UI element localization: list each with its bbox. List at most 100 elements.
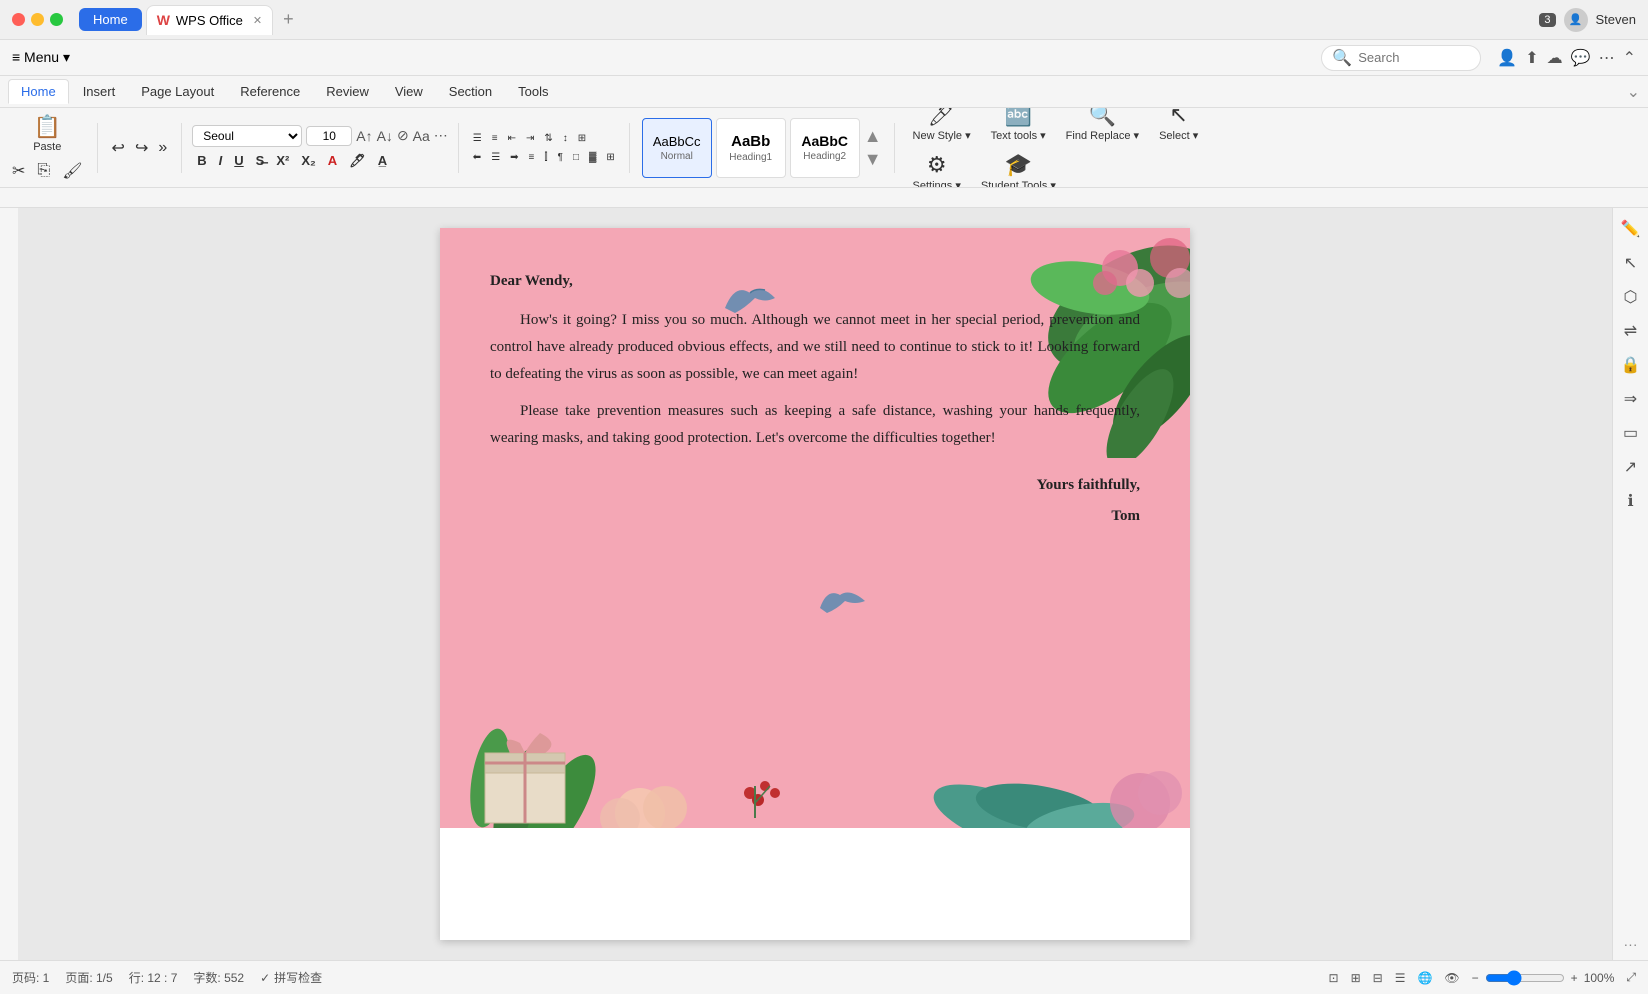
view-table-icon[interactable]: ⊟ [1373, 971, 1383, 985]
zoom-out-button[interactable]: − [1472, 971, 1479, 985]
search-bar[interactable]: 🔍 [1321, 45, 1481, 71]
font-size-decrease-button[interactable]: A↓ [377, 128, 393, 144]
zoom-slider[interactable] [1485, 970, 1565, 986]
table-button[interactable]: ⊞ [602, 150, 618, 165]
font-more-button[interactable]: ⋯ [434, 127, 448, 144]
style-scroll-down-button[interactable]: ▼ [864, 149, 882, 170]
border-button[interactable]: □ [569, 150, 583, 165]
sidebar-lock-icon[interactable]: 🔒 [1618, 352, 1644, 378]
increase-indent-button[interactable]: ⇥ [522, 131, 538, 146]
bold-button[interactable]: B [192, 151, 211, 170]
subscript-button[interactable]: X₂ [296, 151, 320, 170]
cut-button[interactable]: ✂ [8, 159, 29, 183]
font-family-select[interactable]: Seoul [192, 125, 302, 147]
sidebar-adjust-icon[interactable]: ⇌ [1618, 318, 1644, 344]
line-spacing-button[interactable]: ↕ [559, 131, 572, 146]
style-scroll-up-button[interactable]: ▲ [864, 126, 882, 147]
style-heading2[interactable]: AaBbC Heading2 [790, 118, 860, 178]
chinese-layout-button[interactable]: ⊞ [574, 131, 590, 146]
tab-reference[interactable]: Reference [228, 80, 312, 103]
style-normal[interactable]: AaBbCc Normal [642, 118, 712, 178]
justify-button[interactable]: ≡ [525, 150, 539, 165]
tab-tools[interactable]: Tools [506, 80, 560, 103]
more-icon[interactable]: ⋯ [1599, 48, 1615, 68]
sidebar-more-dots[interactable]: ··· [1624, 936, 1638, 952]
collapse-icon[interactable]: ⌃ [1623, 48, 1636, 68]
tab-view[interactable]: View [383, 80, 435, 103]
select-button[interactable]: ↖ Select ▾ [1151, 108, 1206, 146]
format-painter-button[interactable]: 🖌 [58, 159, 86, 183]
export-icon[interactable]: ⬆ [1525, 48, 1538, 68]
strikethrough-button[interactable]: S̶ [251, 151, 270, 170]
tab-insert[interactable]: Insert [71, 80, 128, 103]
view-list-icon[interactable]: ☰ [1395, 971, 1406, 985]
sidebar-info-icon[interactable]: ℹ [1618, 488, 1644, 514]
font-case-button[interactable]: Aa [413, 128, 430, 144]
undo-button[interactable]: ↩ [108, 136, 129, 160]
paste-button[interactable]: 📋 Paste [25, 112, 69, 157]
view-read-icon[interactable]: 👁 [1444, 971, 1459, 985]
sidebar-frame-icon[interactable]: ▭ [1618, 420, 1644, 446]
font-clear-button[interactable]: ⊘ [397, 127, 409, 144]
search-input[interactable] [1358, 50, 1478, 65]
font-size-input[interactable] [306, 126, 352, 146]
superscript-button[interactable]: X² [271, 151, 294, 170]
tab-review[interactable]: Review [314, 80, 381, 103]
underline-button[interactable]: U [229, 151, 248, 170]
sidebar-share-icon[interactable]: ↗ [1618, 454, 1644, 480]
student-tools-button[interactable]: 🎓 Student Tools ▾ [973, 150, 1064, 189]
view-page-icon[interactable]: ⊞ [1351, 971, 1361, 985]
avatar[interactable]: 👤 [1564, 8, 1588, 32]
document-tab[interactable]: W WPS Office ✕ [146, 5, 273, 35]
tab-home[interactable]: Home [8, 79, 69, 104]
close-button[interactable] [12, 13, 25, 26]
cloud-icon[interactable]: ☁ [1547, 48, 1563, 68]
maximize-button[interactable] [50, 13, 63, 26]
home-tab-button[interactable]: Home [79, 8, 142, 31]
settings-button[interactable]: ⚙ Settings ▾ [905, 150, 969, 189]
chat-icon[interactable]: 💬 [1571, 48, 1591, 68]
align-right-button[interactable]: ➡ [506, 150, 522, 165]
align-left-button[interactable]: ⬅ [469, 150, 485, 165]
spell-check-toggle[interactable]: ✓ 拼写检查 [260, 969, 322, 986]
style-heading1[interactable]: AaBb Heading1 [716, 118, 786, 178]
fullscreen-button[interactable]: ⤢ [1626, 970, 1636, 985]
more-toolbar-button[interactable]: » [154, 137, 171, 159]
view-web-icon[interactable]: 🌐 [1417, 971, 1432, 985]
find-replace-button[interactable]: 🔍 Find Replace ▾ [1058, 108, 1147, 146]
redo-button[interactable]: ↪ [131, 136, 152, 160]
document-canvas[interactable]: Dear Wendy, How's it going? I miss you s… [18, 208, 1612, 960]
tab-section[interactable]: Section [437, 80, 504, 103]
tab-bar: Home W WPS Office ✕ + [79, 5, 1531, 35]
sidebar-next-icon[interactable]: ⇒ [1618, 386, 1644, 412]
sidebar-cursor-icon[interactable]: ↖ [1618, 250, 1644, 276]
zoom-in-button[interactable]: + [1571, 971, 1578, 985]
share-icon[interactable]: 👤 [1497, 48, 1517, 68]
numbering-button[interactable]: ≡ [488, 131, 502, 146]
copy-button[interactable]: ⎘ [33, 159, 54, 183]
text-tools-button[interactable]: 🔤 Text tools ▾ [983, 108, 1054, 146]
shading-button[interactable]: ▓ [585, 150, 600, 165]
paragraph-marks-button[interactable]: ¶ [554, 150, 567, 165]
new-tab-button[interactable]: + [277, 9, 300, 30]
tab-page-layout[interactable]: Page Layout [129, 80, 226, 103]
minimize-button[interactable] [31, 13, 44, 26]
text-border-button[interactable]: A̲ [373, 151, 392, 170]
notification-badge[interactable]: 3 [1539, 13, 1555, 27]
tab-close-icon[interactable]: ✕ [253, 14, 262, 27]
hamburger-menu[interactable]: ≡ Menu ▾ [12, 49, 70, 66]
view-normal-icon[interactable]: ⊡ [1329, 971, 1339, 985]
bullets-button[interactable]: ☰ [469, 131, 486, 146]
sidebar-edit-icon[interactable]: ✏️ [1618, 216, 1644, 242]
align-center-button[interactable]: ☰ [487, 150, 504, 165]
sidebar-shape-icon[interactable]: ⬡ [1618, 284, 1644, 310]
sort-button[interactable]: ⇅ [540, 131, 556, 146]
new-style-button[interactable]: 🖊 New Style ▾ [905, 108, 979, 146]
italic-button[interactable]: I [214, 151, 228, 170]
toolbar-collapse-icon[interactable]: ⌄ [1627, 82, 1640, 102]
font-size-increase-button[interactable]: A↑ [356, 128, 372, 144]
font-color-button[interactable]: A [323, 151, 342, 170]
columns-button[interactable]: ⫿ [540, 150, 551, 165]
highlight-button[interactable]: 🖊 [344, 151, 371, 171]
decrease-indent-button[interactable]: ⇤ [504, 131, 520, 146]
